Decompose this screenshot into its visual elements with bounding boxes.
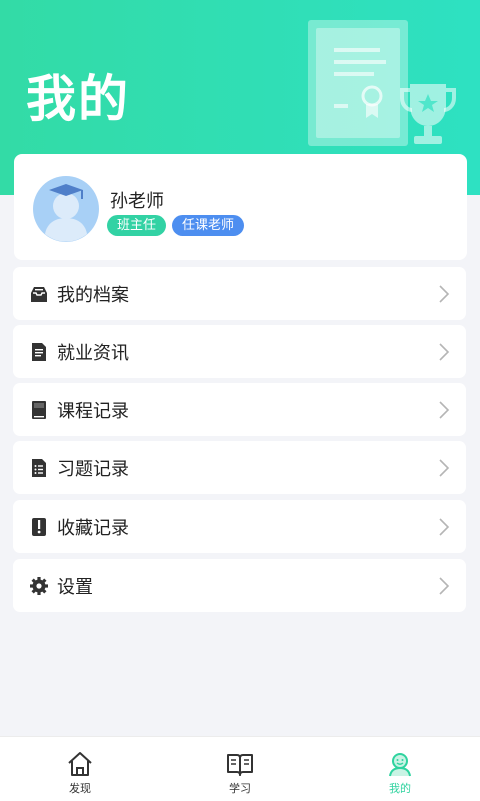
chevron-right-icon [439, 285, 450, 303]
chevron-right-icon [439, 343, 450, 361]
chevron-right-icon [439, 577, 450, 595]
home-icon [68, 752, 92, 776]
tab-study[interactable]: 学习 [160, 737, 320, 801]
menu-label: 习题记录 [57, 459, 129, 480]
list-document-icon [32, 459, 46, 477]
avatar [33, 176, 99, 242]
menu-label: 收藏记录 [57, 518, 129, 539]
menu-label: 设置 [57, 577, 93, 598]
tab-label: 我的 [389, 782, 411, 795]
chevron-right-icon [439, 518, 450, 536]
bottom-tab-bar: 发现 学习 我的 [0, 736, 480, 801]
document-icon [32, 343, 46, 361]
menu-item-my-archive[interactable]: 我的档案 [13, 267, 466, 320]
role-tag-subject-teacher: 任课老师 [172, 215, 245, 236]
menu-label: 就业资讯 [57, 343, 129, 364]
book-icon [32, 401, 46, 419]
tab-mine[interactable]: 我的 [320, 737, 480, 801]
tab-label: 发现 [69, 782, 91, 795]
tab-label: 学习 [229, 782, 251, 795]
menu-item-exercise-records[interactable]: 习题记录 [13, 441, 466, 494]
user-icon [389, 753, 411, 777]
gear-icon [30, 577, 48, 595]
tab-discover[interactable]: 发现 [0, 737, 160, 801]
menu-item-employment-news[interactable]: 就业资讯 [13, 325, 466, 378]
menu-item-settings[interactable]: 设置 [13, 559, 466, 612]
archive-box-icon [31, 287, 47, 302]
bookmark-icon [32, 518, 46, 536]
open-book-icon [227, 754, 253, 776]
certificate-illustration [308, 20, 408, 146]
role-tags: 班主任 任课老师 [107, 215, 245, 236]
teacher-name: 孙老师 [110, 191, 164, 212]
trophy-illustration [400, 84, 456, 144]
menu-label: 我的档案 [57, 285, 129, 306]
chevron-right-icon [439, 459, 450, 477]
profile-card[interactable]: 孙老师 班主任 任课老师 [14, 154, 467, 260]
menu-item-favorites[interactable]: 收藏记录 [13, 500, 466, 553]
role-tag-homeroom: 班主任 [107, 215, 167, 236]
menu-label: 课程记录 [57, 401, 129, 422]
chevron-right-icon [439, 401, 450, 419]
menu-item-course-records[interactable]: 课程记录 [13, 383, 466, 436]
page-title: 我的 [26, 70, 130, 128]
